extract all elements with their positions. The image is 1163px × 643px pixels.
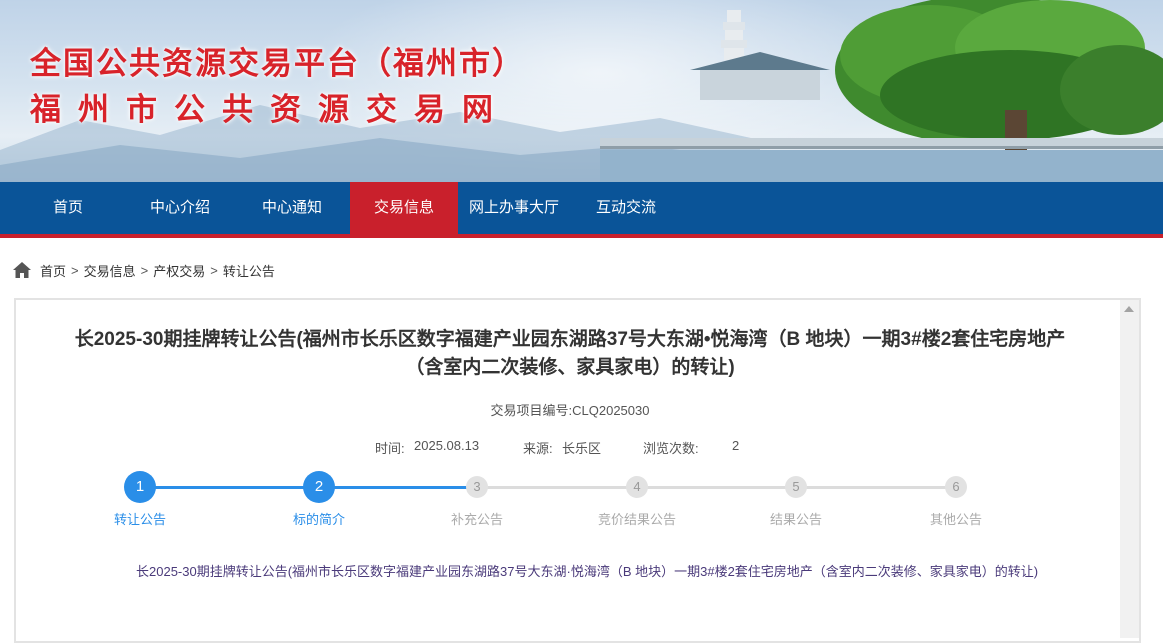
breadcrumb-trade-info[interactable]: 交易信息 [84, 261, 136, 280]
step-1-label[interactable]: 转让公告 [80, 509, 200, 528]
article-title: 长2025-30期挂牌转让公告(福州市长乐区数字福建产业园东湖路37号大东湖•悦… [20, 326, 1120, 382]
home-icon [13, 262, 31, 278]
main-nav: 首页 中心介绍 中心通知 交易信息 网上办事大厅 互动交流 [0, 182, 1163, 234]
nav-item-center-intro[interactable]: 中心介绍 [124, 182, 236, 234]
breadcrumb-transfer-notice[interactable]: 转让公告 [223, 261, 275, 280]
step-6-dot[interactable]: 6 [945, 476, 967, 498]
site-banner: 全国公共资源交易平台（福州市） 福州市公共资源交易网 [0, 0, 1163, 182]
nav-divider [0, 234, 1163, 238]
nav-item-interaction[interactable]: 互动交流 [570, 182, 682, 234]
step-5-label[interactable]: 结果公告 [736, 509, 856, 528]
nav-item-home[interactable]: 首页 [12, 182, 124, 234]
source-value: 长乐区 [562, 441, 602, 456]
nav-item-trade-info[interactable]: 交易信息 [350, 182, 458, 234]
scroll-up-arrow-icon[interactable] [1124, 306, 1134, 312]
project-number: 交易项目编号:CLQ2025030 [490, 403, 650, 418]
breadcrumb-separator: > [71, 262, 79, 278]
time-label: 时间: [375, 441, 405, 456]
step-6-label[interactable]: 其他公告 [896, 509, 1016, 528]
nav-item-center-notice[interactable]: 中心通知 [236, 182, 348, 234]
views-value: 2 [732, 438, 740, 453]
banner-subtitle: 福州市公共资源交易网 [30, 92, 510, 128]
step-2-label[interactable]: 标的简介 [259, 509, 379, 528]
time-value: 2025.08.13 [414, 438, 480, 453]
views-label: 浏览次数: [643, 441, 699, 456]
step-3-dot[interactable]: 3 [466, 476, 488, 498]
nav-item-online-hall[interactable]: 网上办事大厅 [458, 182, 570, 234]
banner-title: 全国公共资源交易平台（福州市） [30, 46, 525, 82]
announcement-link[interactable]: 长2025-30期挂牌转让公告(福州市长乐区数字福建产业园东湖路37号大东湖·悦… [136, 561, 1118, 580]
breadcrumb-separator: > [210, 262, 218, 278]
step-4-dot[interactable]: 4 [626, 476, 648, 498]
step-2-dot[interactable]: 2 [303, 471, 335, 503]
step-5-dot[interactable]: 5 [785, 476, 807, 498]
breadcrumb: 首页 > 交易信息 > 产权交易 > 转让公告 [12, 260, 275, 280]
article-title-line2: （含室内二次装修、家具家电）的转让) [405, 357, 735, 378]
panel-scrollbar[interactable] [1120, 300, 1139, 638]
step-1-dot[interactable]: 1 [124, 471, 156, 503]
breadcrumb-property-trade[interactable]: 产权交易 [153, 261, 205, 280]
step-4-label[interactable]: 竞价结果公告 [577, 509, 697, 528]
breadcrumb-home[interactable]: 首页 [40, 261, 66, 280]
step-3-label[interactable]: 补充公告 [417, 509, 537, 528]
source-label: 来源: [523, 441, 553, 456]
article-title-line1: 长2025-30期挂牌转让公告(福州市长乐区数字福建产业园东湖路37号大东湖•悦… [74, 329, 1066, 350]
breadcrumb-separator: > [140, 262, 149, 278]
